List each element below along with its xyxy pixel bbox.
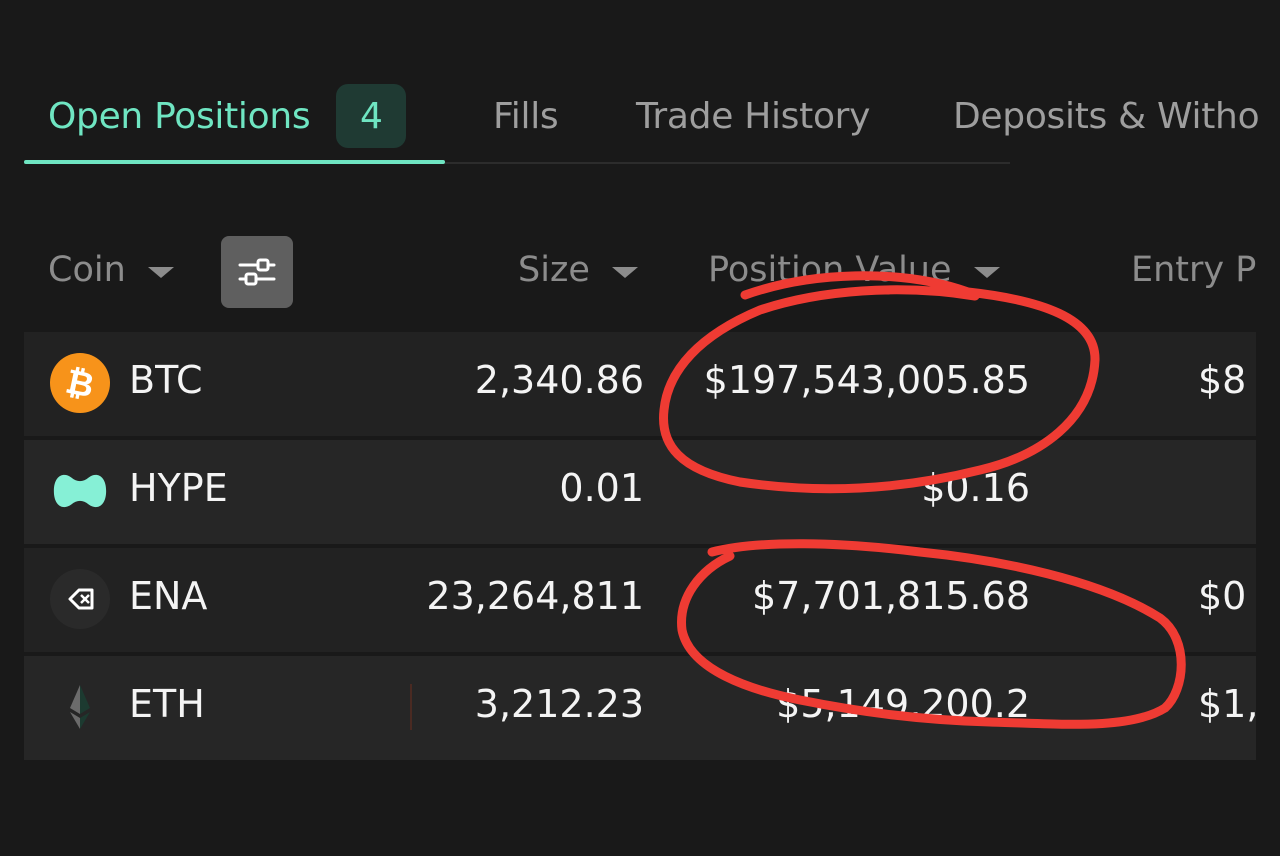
ethereum-icon <box>50 677 110 737</box>
table-row[interactable]: ₿ BTC 2,340.86 $197,543,005.85 $8 <box>24 332 1256 436</box>
pnl-indicator <box>410 684 412 730</box>
entry-price: $1,5 <box>1198 682 1256 726</box>
column-header-size[interactable]: Size <box>518 250 638 290</box>
coin-name: HYPE <box>129 466 228 510</box>
coin-name: BTC <box>129 358 203 402</box>
positions-panel: Open Positions 4 Fills Trade History Dep… <box>0 0 1280 856</box>
filter-settings-button[interactable] <box>221 236 293 308</box>
tab-trade-history[interactable]: Trade History <box>636 84 870 148</box>
entry-price: $0 <box>1198 574 1247 618</box>
column-header-coin[interactable]: Coin <box>48 250 174 290</box>
sliders-icon <box>238 258 276 286</box>
hype-icon <box>50 461 110 521</box>
ena-icon <box>50 569 110 629</box>
sort-caret-icon <box>147 266 174 278</box>
sort-caret-icon <box>611 266 638 278</box>
column-header-position-value[interactable]: Position Value <box>708 250 1000 290</box>
position-value: $5,149,200.2 <box>776 682 1030 726</box>
position-size: 0.01 <box>559 466 644 510</box>
open-positions-count-badge: 4 <box>336 84 407 148</box>
position-size: 3,212.23 <box>474 682 644 726</box>
coin-name: ETH <box>129 682 205 726</box>
entry-price: $8 <box>1198 358 1247 402</box>
position-size: 23,264,811 <box>426 574 644 618</box>
coin-name: ENA <box>129 574 208 618</box>
position-value: $7,701,815.68 <box>751 574 1030 618</box>
active-tab-indicator <box>24 160 445 164</box>
tab-open-positions-label: Open Positions <box>48 95 311 137</box>
column-header-entry-price[interactable]: Entry P <box>1131 250 1256 290</box>
table-row[interactable]: ETH 3,212.23 $5,149,200.2 $1,5 <box>24 656 1256 760</box>
column-header-position-value-label: Position Value <box>708 250 952 290</box>
position-size: 2,340.86 <box>474 358 644 402</box>
column-header-entry-price-label: Entry P <box>1131 250 1257 290</box>
sort-caret-icon <box>973 266 1000 278</box>
tab-bar: Open Positions 4 Fills Trade History Dep… <box>24 70 1280 166</box>
tab-open-positions[interactable]: Open Positions 4 <box>48 84 407 148</box>
table-row[interactable]: HYPE 0.01 $0.16 <box>24 440 1256 544</box>
column-header-coin-label: Coin <box>48 250 126 290</box>
tab-deposits-withdrawals[interactable]: Deposits & Witho <box>953 84 1260 148</box>
svg-text:₿: ₿ <box>62 362 97 407</box>
table-row[interactable]: ENA 23,264,811 $7,701,815.68 $0 <box>24 548 1256 652</box>
positions-table: ₿ BTC 2,340.86 $197,543,005.85 $8 HYPE 0… <box>24 332 1256 764</box>
position-value: $197,543,005.85 <box>703 358 1030 402</box>
table-header: Coin Size Position Value Entry P <box>24 232 1280 312</box>
column-header-size-label: Size <box>518 250 590 290</box>
tab-fills[interactable]: Fills <box>493 84 559 148</box>
position-value: $0.16 <box>921 466 1030 510</box>
bitcoin-icon: ₿ <box>50 353 110 413</box>
